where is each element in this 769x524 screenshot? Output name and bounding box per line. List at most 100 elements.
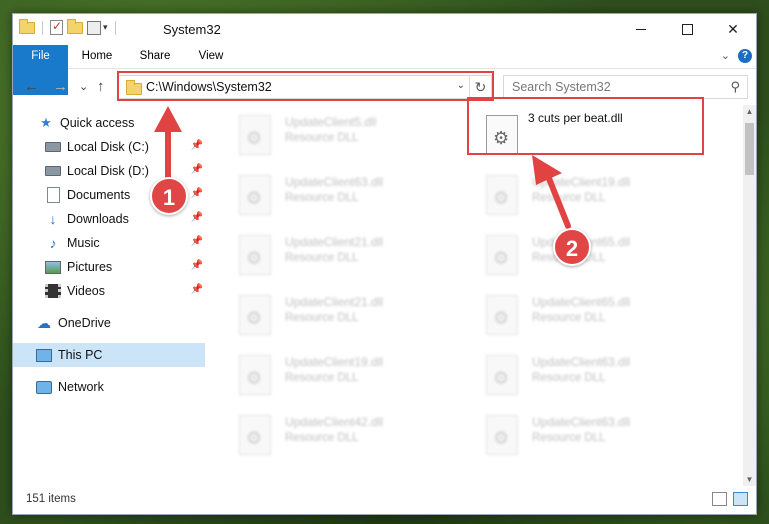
tab-view[interactable]: View (193, 45, 229, 68)
pin-icon: 📌 (190, 188, 203, 199)
sidebar-item-quick-access[interactable]: ★ Quick access (38, 111, 205, 135)
gear-icon: ⚙ (493, 368, 510, 388)
file-type: Resource DLL (532, 372, 606, 384)
file-item[interactable]: ⚙ UpdateClient21.dll Resource DLL (231, 231, 466, 281)
downloads-icon: ↓ (49, 211, 57, 227)
close-button[interactable]: ✕ (710, 14, 756, 45)
gear-icon: ⚙ (246, 428, 263, 448)
navigation-pane: ★ Quick access Local Disk (C:) 📌 Local D… (13, 105, 208, 486)
title-bar: ▾ System32 ✕ (13, 14, 756, 45)
disk-icon (45, 139, 61, 155)
scrollbar-thumb[interactable] (745, 123, 754, 175)
item-count: 151 items (26, 493, 76, 505)
file-type: Resource DLL (532, 432, 606, 444)
music-icon: ♪ (49, 235, 57, 251)
maximize-button[interactable] (664, 14, 710, 45)
sidebar-item-this-pc[interactable]: This PC (13, 343, 205, 367)
network-icon (36, 379, 52, 395)
file-type: Resource DLL (532, 312, 606, 324)
disk-icon (45, 163, 61, 179)
file-type: Resource DLL (285, 372, 359, 384)
file-item[interactable]: ⚙ UpdateClient63.dll Resource DLL (478, 351, 713, 401)
quick-access-toolbar: ▾ (19, 18, 119, 35)
file-name: UpdateClient63.dll (532, 355, 631, 369)
chevron-down-icon[interactable]: ▾ (103, 22, 108, 33)
file-item[interactable]: ⚙ UpdateClient21.dll Resource DLL (231, 291, 466, 341)
sidebar-item-videos[interactable]: Videos 📌 (45, 279, 205, 303)
recent-locations-icon[interactable]: ⌄ (79, 80, 88, 93)
sidebar-item-pictures[interactable]: Pictures 📌 (45, 255, 205, 279)
dll-file-icon: ⚙ (486, 355, 518, 395)
view-toggles (712, 492, 748, 506)
star-icon: ★ (40, 115, 52, 130)
pin-icon: 📌 (190, 260, 203, 271)
dll-file-icon: ⚙ (239, 175, 271, 215)
file-item[interactable]: ⚙ UpdateClient65.dll Resource DLL (478, 291, 713, 341)
sidebar-item-music[interactable]: ♪ Music 📌 (45, 231, 205, 255)
gear-icon: ⚙ (493, 248, 510, 268)
videos-icon (45, 283, 61, 299)
pin-icon: 📌 (190, 140, 203, 151)
sidebar-item-label: Local Disk (D:) (67, 164, 149, 178)
dll-file-icon: ⚙ (486, 235, 518, 275)
window-title: System32 (163, 22, 221, 37)
search-placeholder: Search System32 (512, 80, 611, 94)
file-item[interactable]: ⚙ UpdateClient63.dll Resource DLL (478, 411, 713, 461)
file-item[interactable]: ⚙ UpdateClient65.dll Resource DLL (478, 231, 713, 281)
search-icon[interactable]: ⚲ (730, 79, 740, 95)
file-type: Resource DLL (285, 432, 359, 444)
tab-home[interactable]: Home (76, 45, 118, 68)
gear-icon: ⚙ (246, 248, 263, 268)
tiles-view-icon[interactable] (733, 492, 748, 506)
new-folder-icon[interactable] (67, 18, 83, 34)
customize-icon[interactable] (87, 20, 101, 35)
forward-arrow-icon[interactable]: → (53, 78, 68, 95)
file-item[interactable]: ⚙ UpdateClient42.dll Resource DLL (231, 411, 466, 461)
gear-icon: ⚙ (493, 188, 510, 208)
divider (114, 20, 116, 35)
pin-icon: 📌 (190, 284, 203, 295)
sidebar-item-local-disk-c[interactable]: Local Disk (C:) 📌 (45, 135, 205, 159)
file-list: ⚙ UpdateClient5.dll Resource DLL ⚙ 3 cut… (209, 105, 743, 486)
help-icon[interactable]: ? (738, 49, 752, 63)
minimize-button[interactable] (618, 14, 664, 45)
file-type: Resource DLL (285, 192, 359, 204)
file-item[interactable]: ⚙ UpdateClient63.dll Resource DLL (231, 171, 466, 221)
folder-icon (19, 18, 35, 34)
file-item[interactable]: ⚙ UpdateClient19.dll Resource DLL (478, 171, 713, 221)
back-arrow-icon[interactable]: ← (24, 78, 39, 95)
dll-file-icon: ⚙ (239, 295, 271, 335)
expand-ribbon-icon[interactable]: ⌄ (721, 49, 730, 62)
dll-file-icon: ⚙ (239, 355, 271, 395)
scroll-up-icon[interactable]: ▲ (743, 105, 756, 118)
file-name: UpdateClient5.dll (285, 115, 377, 129)
file-item[interactable]: ⚙ UpdateClient5.dll Resource DLL (231, 111, 466, 161)
step-badge-1: 1 (150, 177, 188, 215)
sidebar-item-label: OneDrive (58, 316, 111, 330)
sidebar-item-network[interactable]: Network (36, 375, 205, 399)
pin-icon: 📌 (190, 164, 203, 175)
file-name: UpdateClient21.dll (285, 235, 384, 249)
scroll-down-icon[interactable]: ▼ (743, 473, 756, 486)
tab-share[interactable]: Share (133, 45, 177, 68)
pin-icon: 📌 (190, 212, 203, 223)
vertical-scrollbar[interactable]: ▲ ▼ (743, 105, 756, 486)
search-input[interactable]: Search System32 ⚲ (503, 75, 748, 99)
file-item[interactable]: ⚙ UpdateClient19.dll Resource DLL (231, 351, 466, 401)
status-bar: 151 items (13, 486, 756, 514)
file-type: Resource DLL (285, 312, 359, 324)
up-arrow-icon[interactable]: ↑ (97, 78, 105, 95)
gear-icon: ⚙ (246, 188, 263, 208)
pictures-icon (45, 259, 61, 275)
file-name: UpdateClient63.dll (532, 415, 631, 429)
file-type: Resource DLL (532, 192, 606, 204)
window-controls: ✕ (618, 14, 756, 45)
properties-check-icon[interactable] (50, 19, 63, 35)
sidebar-item-local-disk-d[interactable]: Local Disk (D:) 📌 (45, 159, 205, 183)
file-name: UpdateClient21.dll (285, 295, 384, 309)
sidebar-item-onedrive[interactable]: ☁ OneDrive (36, 311, 205, 335)
gear-icon: ⚙ (246, 128, 263, 148)
details-view-icon[interactable] (712, 492, 727, 506)
divider (42, 20, 43, 35)
dll-file-icon: ⚙ (486, 415, 518, 455)
